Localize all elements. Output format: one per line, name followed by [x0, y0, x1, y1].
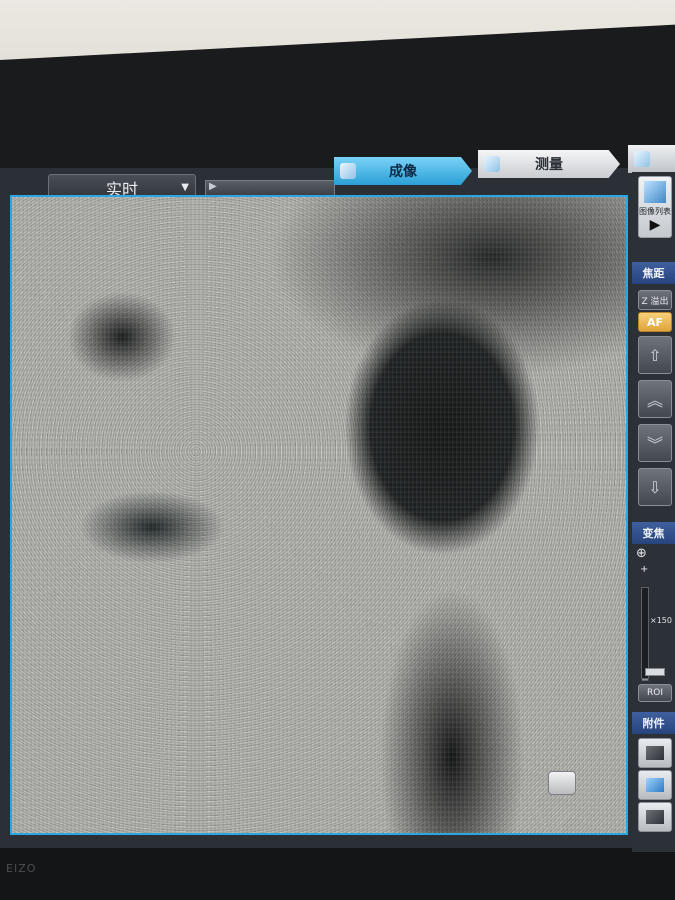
image-list-label: 图像列表	[639, 207, 671, 216]
top-tab-bar: 实时 ▼ ▶ 成像 测量	[0, 145, 675, 202]
overlay-control-button[interactable]	[548, 771, 576, 795]
play-icon: ▶	[209, 181, 217, 192]
zoom-slider[interactable]	[641, 587, 665, 679]
accessory-section-title: 附件	[632, 712, 675, 734]
lamp-icon	[646, 746, 664, 760]
double-chevron-down-icon: ︾	[646, 435, 663, 454]
arrow-up-icon: ⇧	[648, 345, 662, 365]
ruler-icon	[484, 156, 500, 172]
chevron-down-icon: ▼	[181, 182, 189, 193]
double-chevron-up-icon: ︽	[646, 391, 663, 410]
monitor-bezel-bottom	[0, 840, 675, 900]
roi-button[interactable]: ROI	[638, 684, 672, 702]
play-icon: ▶	[649, 217, 661, 233]
tab-imaging[interactable]: 成像	[334, 157, 472, 185]
live-image-viewport[interactable]	[10, 195, 628, 835]
magnifier-icon: ⊕	[636, 546, 647, 561]
tab-next[interactable]	[628, 145, 675, 173]
stage-icon	[646, 810, 664, 824]
image-list-button[interactable]: 图像列表 ▶	[638, 176, 672, 238]
tab-measure[interactable]: 测量	[478, 150, 620, 178]
filter-icon	[646, 778, 664, 792]
z-overflow-button[interactable]: Z 溢出	[638, 290, 672, 310]
zoom-value: ×150	[650, 616, 672, 625]
tab-imaging-label: 成像	[389, 164, 417, 180]
plus-icon: +	[640, 564, 649, 575]
arrow-down-icon: ⇩	[648, 477, 662, 497]
cube-icon	[644, 181, 666, 203]
accessory-stage-button[interactable]	[638, 802, 672, 832]
accessory-light-button[interactable]	[638, 738, 672, 768]
camera-icon	[340, 163, 356, 179]
accessory-filter-button[interactable]	[638, 770, 672, 800]
microscope-image	[12, 197, 626, 833]
zoom-section-title: 变焦	[632, 522, 675, 544]
focus-section-title: 焦距	[632, 262, 675, 284]
tab-measure-label: 测量	[535, 157, 563, 173]
focus-up-button[interactable]: ︽	[638, 380, 672, 418]
focus-down-button[interactable]: ︾	[638, 424, 672, 462]
panel-icon	[634, 151, 650, 167]
focus-up-fast-button[interactable]: ⇧	[638, 336, 672, 374]
af-button[interactable]: AF	[638, 312, 672, 332]
right-side-panel: 图像列表 ▶ 焦距 Z 溢出 AF ⇧ ︽ ︾ ⇩ 变焦 ⊕ + ×150 − …	[632, 172, 675, 852]
monitor-brand: EIZO	[6, 862, 37, 875]
focus-down-fast-button[interactable]: ⇩	[638, 468, 672, 506]
live-status-bar: ▶	[205, 180, 335, 196]
